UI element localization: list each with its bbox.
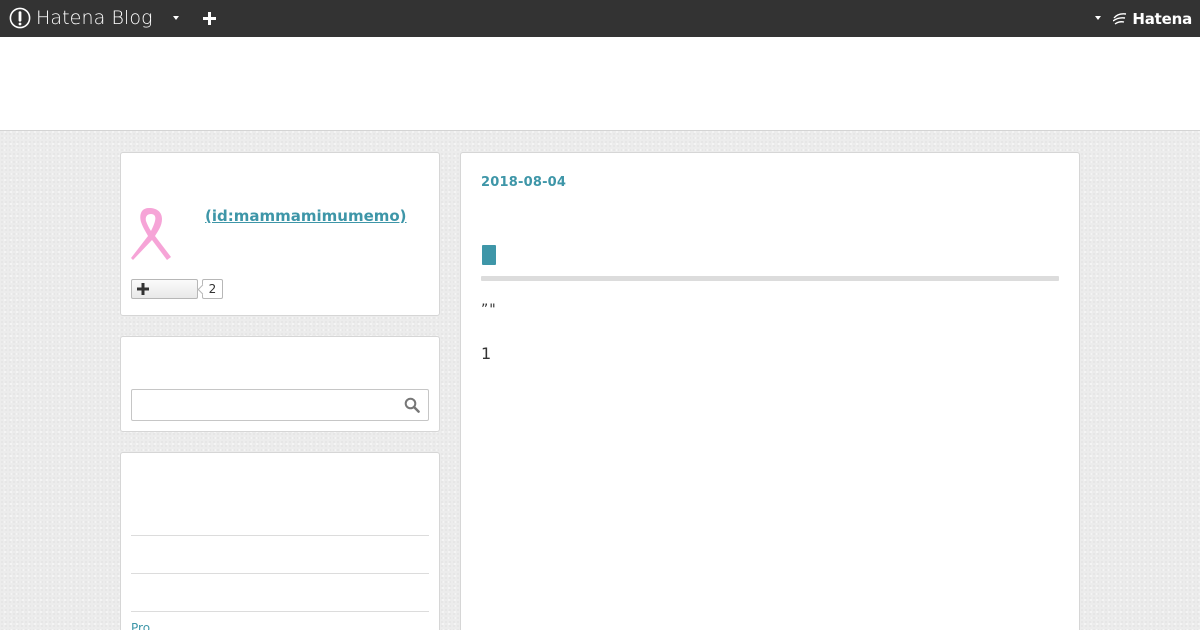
logo-text: Hatena Blog — [36, 7, 153, 29]
links-module: Pro — [120, 452, 440, 630]
follow-button[interactable] — [131, 279, 198, 299]
hatena-brand-icon — [1113, 13, 1127, 25]
profile-name-link[interactable]: (id:mammamimumemo) — [205, 207, 407, 225]
entry-body-line: ”" — [481, 302, 497, 318]
chevron-down-icon[interactable] — [173, 16, 179, 20]
divider — [131, 535, 429, 536]
hatena-blog-logo-icon — [9, 7, 31, 29]
entry-title-underline — [481, 276, 1059, 281]
hatena-brand-link[interactable]: Hatena — [1113, 9, 1192, 29]
pro-link[interactable]: Pro — [131, 621, 150, 630]
plus-icon[interactable] — [203, 12, 216, 25]
follow-count-badge: 2 — [202, 279, 223, 299]
search-module — [120, 336, 440, 432]
blog-header — [0, 37, 1200, 131]
search-icon[interactable] — [404, 397, 420, 413]
divider — [131, 573, 429, 574]
hatena-blog-logo[interactable]: Hatena Blog — [9, 7, 153, 29]
profile-module: (id:mammamimumemo) 2 — [120, 152, 440, 316]
entry-article: 2018-08-04 ”" 1 — [460, 152, 1080, 630]
pink-ribbon-icon[interactable] — [131, 205, 173, 261]
global-header: Hatena Blog Hatena — [0, 0, 1200, 37]
entry-body-line: 1 — [481, 344, 492, 363]
entry-title-marker — [482, 245, 496, 265]
chevron-down-icon[interactable] — [1095, 16, 1101, 20]
plus-icon — [137, 283, 149, 295]
entry-date-link[interactable]: 2018-08-04 — [481, 175, 566, 190]
search-input[interactable] — [131, 389, 429, 421]
brand-text: Hatena — [1132, 10, 1192, 28]
divider — [131, 611, 429, 612]
